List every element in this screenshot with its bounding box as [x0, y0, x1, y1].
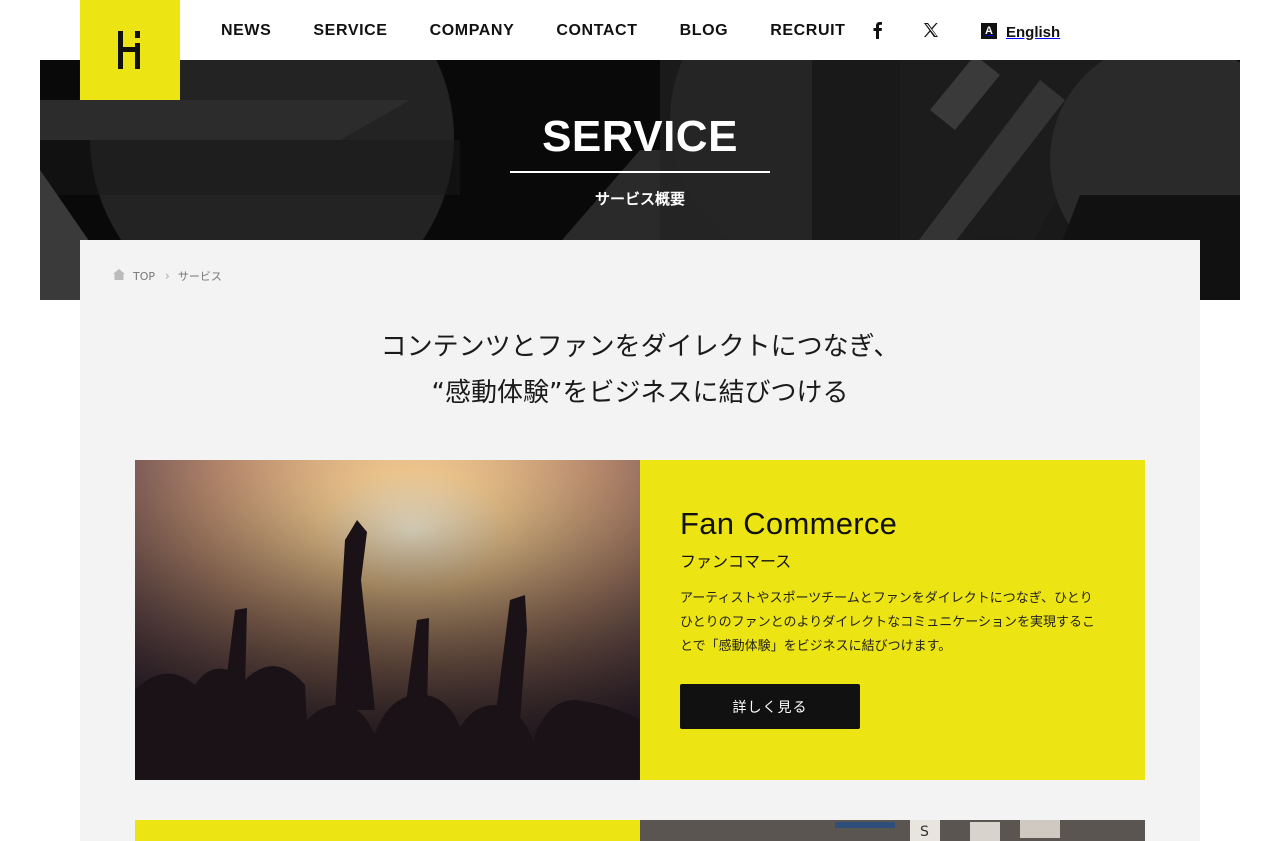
title-underline [510, 171, 770, 173]
concert-crowd-image [135, 460, 640, 780]
nav-contact[interactable]: CONTACT [556, 20, 637, 40]
service-card-next: S [135, 820, 1145, 841]
nav-recruit[interactable]: RECRUIT [770, 20, 845, 40]
language-label: English [1006, 23, 1061, 41]
lead-line-1: コンテンツとファンをダイレクトにつなぎ、 [380, 332, 900, 362]
breadcrumb-top[interactable]: TOP [133, 270, 155, 283]
page-subtitle: サービス概要 [594, 190, 685, 208]
lead-line-2: “感動体験”をビジネスに結びつける [431, 378, 849, 408]
view-details-button[interactable]: 詳しく見る [680, 684, 860, 729]
main-nav: NEWS SERVICE COMPANY CONTACT BLOG RECRUI… [221, 0, 888, 60]
language-switch[interactable]: A English [981, 0, 1060, 60]
home-icon[interactable] [113, 269, 125, 283]
service-description: アーティストやスポーツチームとファンをダイレクトにつなぎ、ひとりひとりのファンと… [680, 591, 1095, 654]
lead-heading: コンテンツとファンをダイレクトにつなぎ、 “感動体験”をビジネスに結びつける [80, 324, 1200, 416]
language-icon: A [981, 23, 997, 39]
service-subtitle: ファンコマース [680, 552, 792, 571]
service-card-fan-commerce: Fan Commerce ファンコマース アーティストやスポーツチームとファンを… [135, 460, 1145, 780]
facebook-icon[interactable] [867, 0, 887, 60]
x-icon[interactable] [920, 0, 942, 60]
nav-blog[interactable]: BLOG [680, 20, 729, 40]
service-title: Fan Commerce [680, 506, 898, 541]
breadcrumb-current: サービス [177, 270, 222, 283]
breadcrumb: TOP › サービス [113, 268, 222, 284]
service-card-next-image: S [640, 820, 1145, 841]
site-logo[interactable] [80, 0, 180, 100]
service-card-body: Fan Commerce ファンコマース アーティストやスポーツチームとファンを… [640, 460, 1145, 780]
chevron-right-icon: › [165, 269, 170, 283]
page-title: SERVICE [542, 112, 738, 161]
site-header: NEWS SERVICE COMPANY CONTACT BLOG RECRUI… [0, 0, 1280, 60]
logo-mark-icon [118, 31, 140, 69]
nav-company[interactable]: COMPANY [430, 20, 515, 40]
svg-text:S: S [920, 824, 929, 840]
nav-news[interactable]: NEWS [221, 20, 271, 40]
service-card-next-body [135, 820, 640, 841]
nav-service[interactable]: SERVICE [313, 20, 387, 40]
